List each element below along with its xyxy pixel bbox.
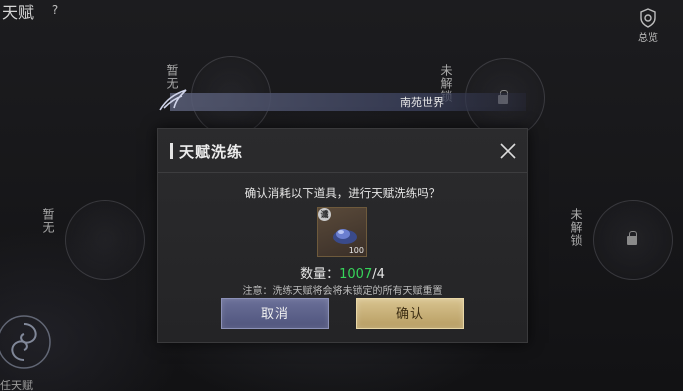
banner-text: 南苑世界 [400, 96, 444, 109]
overview-label: 总览 [638, 33, 658, 44]
talent-node-mid-left[interactable] [65, 200, 145, 280]
page-title: 天赋 [2, 3, 35, 22]
blue-gem-icon [333, 229, 357, 244]
quantity-owned: 1007 [339, 267, 373, 282]
world-banner [170, 93, 526, 111]
lock-icon [627, 231, 637, 245]
swirl-emblem-icon [0, 315, 51, 369]
confirm-button[interactable]: 确认 [356, 298, 464, 329]
talent-reroll-dialog: 天赋洗练 确认消耗以下道具，进行天赋洗练吗？ 谶 100 数量：1007/4 注… [157, 128, 528, 343]
cancel-button[interactable]: 取消 [221, 298, 329, 329]
warning-note: 注意：洗练天赋将会将未锁定的所有天赋重置 [242, 286, 443, 297]
quantity-label: 数量： [300, 267, 340, 282]
quantity-line: 数量：1007/4 [158, 263, 527, 282]
close-icon[interactable] [499, 142, 517, 160]
item-badge: 谶 [318, 208, 331, 221]
confirm-message: 确认消耗以下道具，进行天赋洗练吗？ [244, 186, 441, 200]
help-icon[interactable]: ? [48, 3, 62, 17]
dialog-header: 天赋洗练 [158, 129, 527, 173]
bottom-node-label: 任天赋 [0, 379, 33, 391]
dialog-title: 天赋洗练 [179, 143, 244, 161]
wing-icon [159, 89, 187, 111]
title-accent-bar [170, 143, 173, 159]
overview-button[interactable]: 总览 [633, 8, 663, 52]
talent-node-label: 未解锁 [569, 208, 583, 247]
item-slot[interactable]: 谶 100 [317, 207, 367, 257]
talent-node-label: 暂无 [41, 208, 55, 234]
shield-gear-icon [640, 8, 656, 28]
item-count: 100 [348, 246, 364, 255]
quantity-required: /4 [372, 267, 385, 282]
